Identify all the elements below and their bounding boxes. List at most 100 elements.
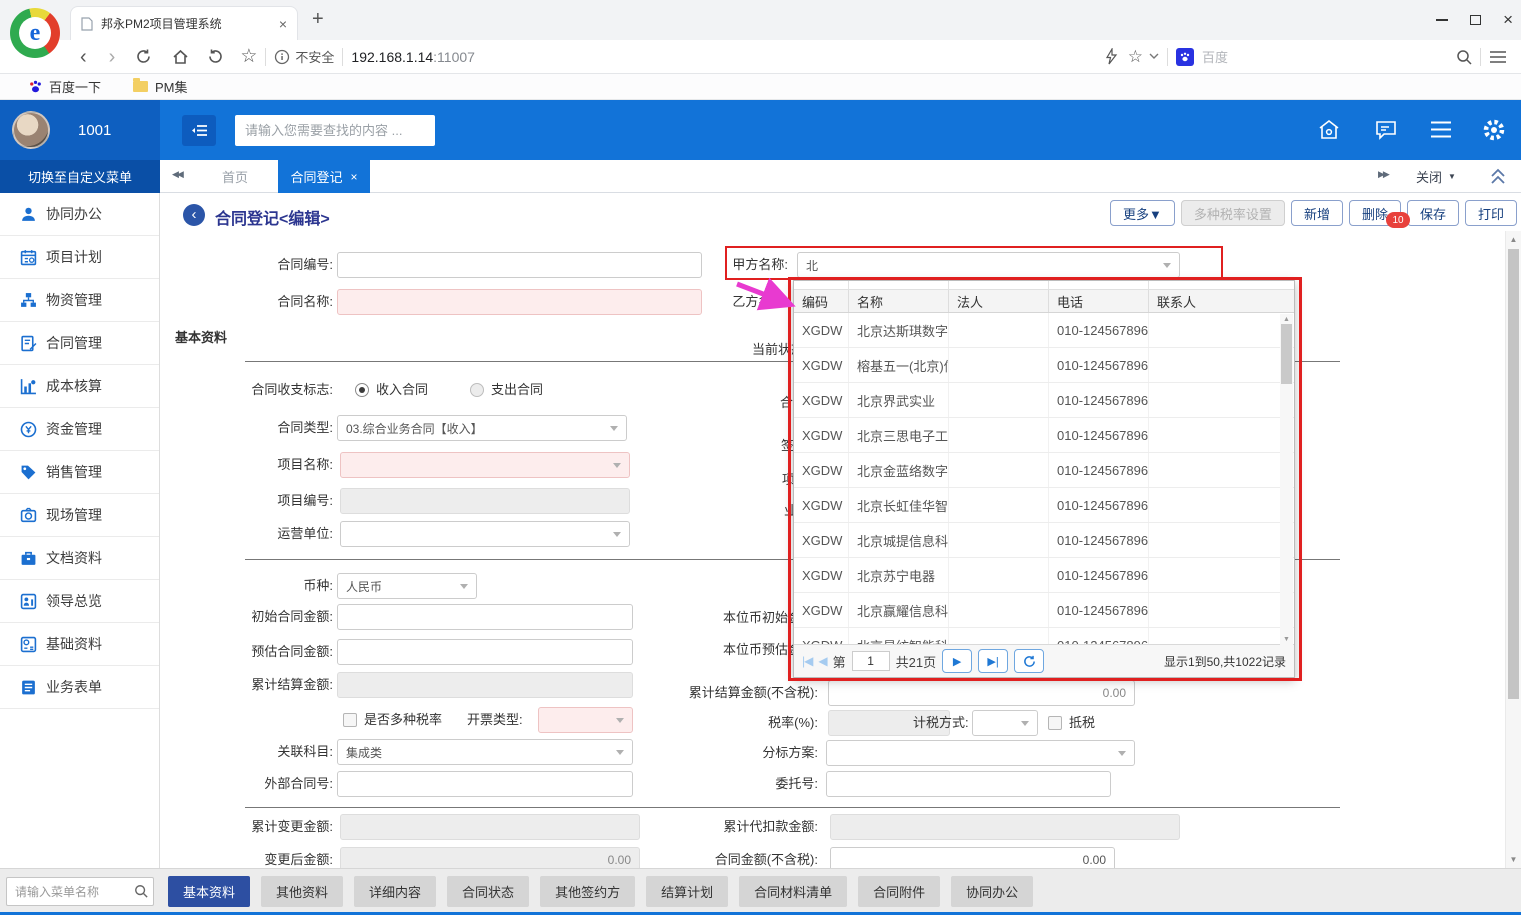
- sidebar-item-project-plan[interactable]: 项目计划: [0, 236, 159, 279]
- bottom-tab-settlement-plan[interactable]: 结算计划: [646, 876, 728, 907]
- entrust-no-input[interactable]: [826, 771, 1111, 797]
- scroll-up-icon[interactable]: ▲: [1280, 316, 1293, 323]
- security-label[interactable]: 不安全: [295, 47, 334, 66]
- sidebar-item-contract-mgmt[interactable]: 合同管理: [0, 322, 159, 365]
- column-contact[interactable]: 联系人: [1149, 290, 1294, 312]
- external-no-input[interactable]: [337, 771, 633, 797]
- save-button[interactable]: 保存: [1407, 200, 1459, 226]
- window-minimize-button[interactable]: [1436, 19, 1448, 21]
- scroll-down-icon[interactable]: ▼: [1280, 636, 1293, 643]
- table-row[interactable]: XGDW北京达斯琪数字科010-124567896: [794, 313, 1294, 348]
- scroll-tabs-right-icon[interactable]: ▶▶: [1378, 169, 1388, 180]
- menu-search-input[interactable]: [6, 877, 154, 906]
- table-row[interactable]: XGDW北京赢耀信息科技010-124567896: [794, 593, 1294, 628]
- table-row[interactable]: XGDW北京界武实业010-124567896: [794, 383, 1294, 418]
- table-row[interactable]: XGDW北京苏宁电器010-124567896: [794, 558, 1294, 593]
- tax-deduct-checkbox[interactable]: [1048, 716, 1062, 730]
- browser-logo-icon[interactable]: e: [10, 8, 60, 58]
- tab-close-icon[interactable]: ×: [279, 16, 287, 32]
- user-block[interactable]: 1001: [0, 100, 160, 160]
- bookmark-baidu[interactable]: 百度一下: [49, 77, 101, 96]
- vertical-scrollbar[interactable]: ▲ ▼: [1505, 231, 1521, 868]
- home-icon[interactable]: [172, 49, 189, 65]
- sidebar-item-fund-mgmt[interactable]: 资金管理: [0, 408, 159, 451]
- radio-expense[interactable]: [470, 383, 484, 397]
- bottom-tab-collab-office[interactable]: 协同办公: [951, 876, 1033, 907]
- scrollbar-thumb[interactable]: [1281, 324, 1292, 384]
- last-page-button[interactable]: ▶|: [978, 649, 1008, 673]
- initial-amount-input[interactable]: [337, 604, 633, 630]
- bottom-tab-details[interactable]: 详细内容: [354, 876, 436, 907]
- favorites-star-icon[interactable]: ☆: [1128, 48, 1143, 65]
- tab-home[interactable]: 首页: [200, 160, 270, 193]
- back-icon[interactable]: ‹: [80, 47, 87, 67]
- popup-scrollbar[interactable]: ▲ ▼: [1280, 314, 1293, 645]
- next-page-button[interactable]: ▶: [942, 649, 972, 673]
- lightning-icon[interactable]: [1105, 48, 1118, 65]
- sidebar-item-collab-office[interactable]: 协同办公: [0, 193, 159, 236]
- bookmark-star-icon[interactable]: ☆: [240, 47, 257, 66]
- sidebar-item-leader-overview[interactable]: 领导总览: [0, 580, 159, 623]
- bottom-tab-other-parties[interactable]: 其他签约方: [540, 876, 635, 907]
- window-close-button[interactable]: ×: [1503, 15, 1513, 25]
- search-icon[interactable]: [1456, 49, 1472, 65]
- add-button[interactable]: 新增: [1291, 200, 1343, 226]
- menu-toggle-button[interactable]: [182, 115, 216, 146]
- table-row[interactable]: XGDW榕基五一(北京)信010-124567896: [794, 348, 1294, 383]
- bottom-tab-attachments[interactable]: 合同附件: [858, 876, 940, 907]
- bottom-tab-material-list[interactable]: 合同材料清单: [739, 876, 847, 907]
- scroll-tabs-left-icon[interactable]: ◀◀: [172, 169, 182, 180]
- sidebar-item-sales-mgmt[interactable]: 销售管理: [0, 451, 159, 494]
- bookmark-pm-folder[interactable]: PM集: [155, 77, 188, 96]
- baidu-search-box[interactable]: 百度: [1176, 47, 1228, 66]
- browser-tab[interactable]: 邦永PM2项目管理系统 ×: [70, 6, 298, 40]
- related-subject-select[interactable]: 集成类: [337, 739, 633, 765]
- info-icon[interactable]: [274, 49, 290, 65]
- first-page-icon[interactable]: |◀: [802, 654, 812, 668]
- invoice-type-select[interactable]: [538, 707, 633, 733]
- amount-notax-input[interactable]: 0.00: [830, 847, 1115, 868]
- messages-icon[interactable]: [1374, 118, 1399, 142]
- contract-type-select[interactable]: 03.综合业务合同【收入】: [337, 415, 627, 441]
- undo-icon[interactable]: [207, 48, 224, 65]
- project-name-select[interactable]: [340, 452, 630, 478]
- column-name[interactable]: 名称: [849, 290, 949, 312]
- global-search-input[interactable]: [235, 115, 435, 146]
- tax-method-select[interactable]: [972, 710, 1038, 736]
- bottom-tab-basic-info[interactable]: 基本资料: [168, 876, 250, 907]
- table-row[interactable]: XGDW北京长虹佳华智能010-124567896: [794, 488, 1294, 523]
- sidebar-item-documents[interactable]: 文档资料: [0, 537, 159, 580]
- back-button[interactable]: ‹: [183, 204, 205, 226]
- sidebar-item-business-forms[interactable]: 业务表单: [0, 666, 159, 709]
- bid-plan-select[interactable]: [826, 740, 1135, 766]
- tab-close-icon[interactable]: ×: [351, 170, 358, 184]
- close-tabs-dropdown[interactable]: 关闭▼: [1416, 160, 1456, 193]
- collapse-up-icon[interactable]: [1490, 168, 1506, 185]
- sidebar-item-material-mgmt[interactable]: 物资管理: [0, 279, 159, 322]
- page-number-input[interactable]: [852, 651, 890, 671]
- estimate-amount-input[interactable]: [337, 639, 633, 665]
- switch-custom-menu-button[interactable]: 切换至自定义菜单: [0, 160, 160, 193]
- column-legal[interactable]: 法人: [949, 290, 1049, 312]
- party-a-combo[interactable]: 北: [797, 252, 1180, 278]
- bottom-tab-other-info[interactable]: 其他资料: [261, 876, 343, 907]
- address-url[interactable]: 192.168.1.14:11007: [351, 49, 475, 65]
- scroll-down-icon[interactable]: ▼: [1506, 855, 1521, 864]
- radio-income[interactable]: [355, 383, 369, 397]
- sidebar-item-base-data[interactable]: 基础资料: [0, 623, 159, 666]
- currency-select[interactable]: 人民币: [337, 573, 477, 599]
- column-phone[interactable]: 电话: [1049, 290, 1149, 312]
- window-maximize-button[interactable]: [1470, 15, 1481, 25]
- print-button[interactable]: 打印: [1465, 200, 1517, 226]
- tab-contract-registration[interactable]: 合同登记 ×: [278, 160, 370, 193]
- forward-icon[interactable]: ›: [109, 47, 116, 67]
- multi-tax-checkbox[interactable]: [343, 713, 357, 727]
- sidebar-item-cost-accounting[interactable]: 成本核算: [0, 365, 159, 408]
- hamburger-icon[interactable]: [1430, 121, 1452, 138]
- chevron-down-icon[interactable]: [1149, 53, 1159, 60]
- gear-icon[interactable]: [1482, 118, 1506, 142]
- avatar[interactable]: [12, 111, 50, 149]
- menu-icon[interactable]: [1489, 50, 1507, 64]
- more-button[interactable]: 更多▼: [1110, 200, 1175, 226]
- settled-notax-input[interactable]: 0.00: [828, 680, 1135, 706]
